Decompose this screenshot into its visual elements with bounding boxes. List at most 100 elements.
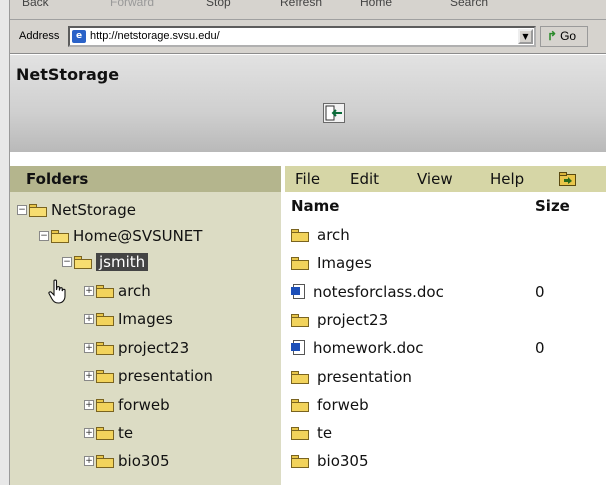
tree-item-label: forweb: [118, 396, 170, 414]
files-pane: File Edit View Help Name Size arch Image…: [285, 166, 606, 485]
folder-icon: [96, 454, 114, 468]
collapse-icon[interactable]: −: [17, 205, 27, 215]
column-header-size[interactable]: Size: [535, 197, 570, 215]
tree-item-label: Home@SVSUNET: [73, 227, 203, 245]
file-row-images[interactable]: Images: [291, 252, 372, 274]
menu-help[interactable]: Help: [490, 170, 524, 188]
folder-icon: [96, 312, 114, 326]
stop-button[interactable]: Stop: [206, 0, 231, 9]
tree-item-netstorage[interactable]: − NetStorage: [17, 199, 136, 221]
file-name[interactable]: forweb: [317, 396, 369, 414]
file-row-arch[interactable]: arch: [291, 224, 350, 246]
tree-item-jsmith[interactable]: − jsmith: [62, 251, 149, 273]
folder-icon: [96, 341, 114, 355]
file-size: 0: [535, 339, 545, 357]
file-row-notesforclass[interactable]: notesforclass.doc: [291, 281, 444, 303]
file-row-project23[interactable]: project23: [291, 309, 388, 331]
folder-icon: [291, 370, 309, 384]
tree-item-images[interactable]: + Images: [84, 308, 173, 330]
menu-bar: File Edit View Help: [285, 166, 606, 192]
folder-icon: [96, 398, 114, 412]
up-folder-icon[interactable]: [559, 172, 577, 186]
folder-icon: [291, 313, 309, 327]
expand-icon[interactable]: +: [84, 314, 94, 324]
file-row-forweb[interactable]: forweb: [291, 394, 369, 416]
folder-icon: [291, 426, 309, 440]
collapse-icon[interactable]: −: [39, 231, 49, 241]
collapse-icon[interactable]: −: [62, 257, 72, 267]
folder-icon: [291, 228, 309, 242]
address-field[interactable]: e http://netstorage.svsu.edu/ ▼: [68, 26, 536, 47]
column-header-name[interactable]: Name: [291, 197, 339, 215]
tree-item-label: presentation: [118, 367, 213, 385]
expand-icon[interactable]: +: [84, 371, 94, 381]
back-button[interactable]: Back: [22, 0, 49, 9]
folders-header: Folders: [10, 166, 281, 192]
tree-item-project23[interactable]: + project23: [84, 337, 189, 359]
tree-item-forweb[interactable]: + forweb: [84, 394, 170, 416]
menu-edit[interactable]: Edit: [350, 170, 379, 188]
forward-button[interactable]: Forward: [110, 0, 154, 9]
tree-item-label-selected: jsmith: [96, 253, 149, 271]
address-url[interactable]: http://netstorage.svsu.edu/: [90, 30, 220, 42]
window-frame-left: [0, 0, 10, 485]
expand-icon[interactable]: +: [84, 428, 94, 438]
folder-open-icon: [51, 229, 69, 243]
search-button[interactable]: Search: [450, 0, 488, 9]
expand-icon[interactable]: +: [84, 286, 94, 296]
address-label: Address: [19, 30, 60, 42]
logout-button[interactable]: [323, 103, 345, 123]
file-row-homework[interactable]: homework.doc: [291, 337, 424, 359]
file-name[interactable]: homework.doc: [313, 339, 424, 357]
file-name[interactable]: bio305: [317, 452, 369, 470]
tree-item-bio305[interactable]: + bio305: [84, 450, 170, 472]
tree-item-label: te: [118, 424, 134, 442]
file-name[interactable]: te: [317, 424, 332, 442]
folder-icon: [291, 256, 309, 270]
folder-icon: [96, 369, 114, 383]
hand-cursor-icon: [48, 279, 66, 304]
file-name[interactable]: presentation: [317, 368, 412, 386]
file-row-bio305[interactable]: bio305: [291, 450, 369, 472]
file-row-presentation[interactable]: presentation: [291, 366, 412, 388]
tree-item-arch[interactable]: + arch: [84, 280, 151, 302]
go-label: Go: [560, 29, 577, 43]
file-name[interactable]: arch: [317, 226, 350, 244]
file-name[interactable]: project23: [317, 311, 388, 329]
folders-pane: Folders − NetStorage − Home@SVSUNET − js…: [10, 166, 281, 485]
file-name[interactable]: Images: [317, 254, 372, 272]
menu-file[interactable]: File: [295, 170, 320, 188]
home-button[interactable]: Home: [360, 0, 392, 9]
refresh-button[interactable]: Refresh: [280, 0, 322, 9]
tree-item-label: bio305: [118, 452, 170, 470]
expand-icon[interactable]: +: [84, 400, 94, 410]
app-title: NetStorage: [16, 65, 120, 84]
file-row-te[interactable]: te: [291, 422, 332, 444]
expand-icon[interactable]: +: [84, 456, 94, 466]
tree-item-label: Images: [118, 310, 173, 328]
folder-icon: [291, 398, 309, 412]
address-dropdown-icon[interactable]: ▼: [518, 29, 533, 44]
tree-item-label: NetStorage: [51, 201, 137, 219]
logout-icon: [325, 105, 342, 121]
address-bar: Address e http://netstorage.svsu.edu/ ▼ …: [10, 20, 606, 54]
tree-item-label: project23: [118, 339, 190, 357]
header-gap: [10, 152, 606, 166]
menu-view[interactable]: View: [417, 170, 453, 188]
browser-toolbar: Back Forward Stop Refresh Home Search: [10, 0, 606, 20]
tree-item-presentation[interactable]: + presentation: [84, 365, 213, 387]
netstorage-header: NetStorage: [10, 55, 606, 152]
tree-item-home[interactable]: − Home@SVSUNET: [39, 225, 202, 247]
file-name[interactable]: notesforclass.doc: [313, 283, 444, 301]
folder-open-icon: [29, 203, 47, 217]
folder-icon: [96, 426, 114, 440]
expand-icon[interactable]: +: [84, 343, 94, 353]
folder-open-icon: [74, 255, 92, 269]
go-arrow-icon: ↱: [547, 29, 558, 43]
file-size: 0: [535, 283, 545, 301]
folder-icon: [291, 454, 309, 468]
tree-item-te[interactable]: + te: [84, 422, 133, 444]
go-button[interactable]: ↱ Go: [540, 26, 588, 47]
folders-title: Folders: [26, 170, 89, 188]
folder-icon: [96, 284, 114, 298]
